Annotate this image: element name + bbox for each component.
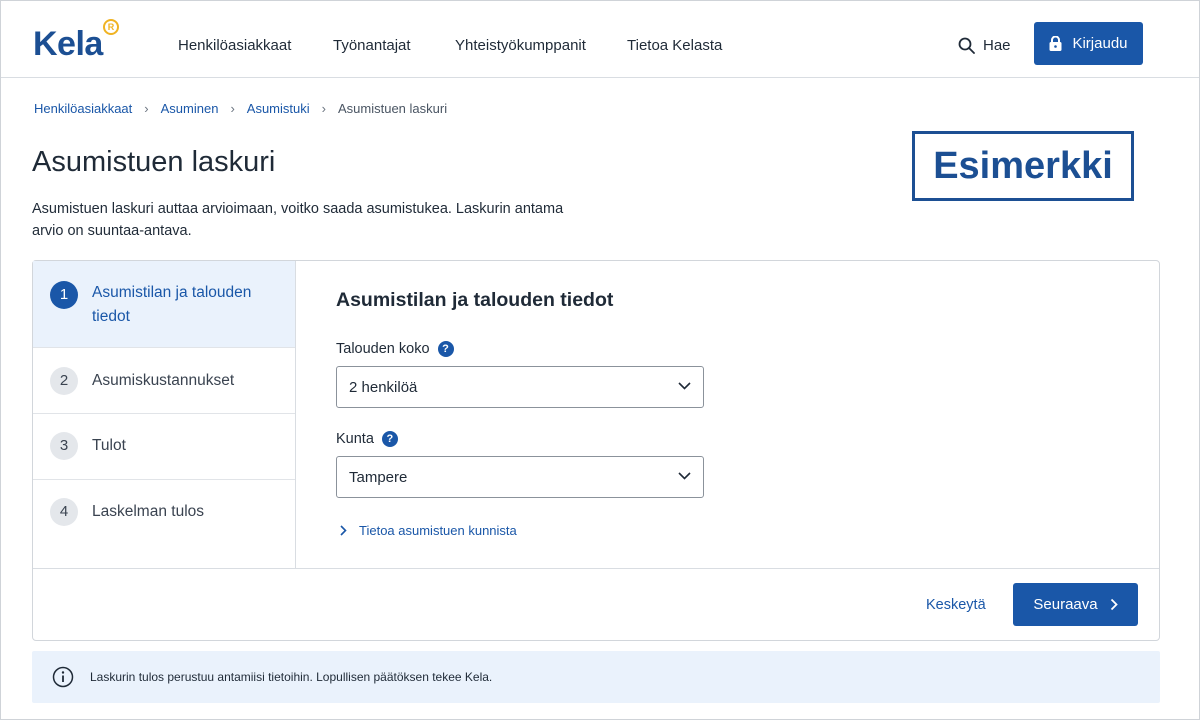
card-footer: Keskeytä Seuraava [33, 568, 1159, 640]
kela-logo[interactable]: Kela [33, 25, 103, 64]
chevron-right-icon: › [144, 101, 149, 116]
step-1[interactable]: 1 Asumistilan ja talouden tiedot [33, 261, 295, 348]
search-button[interactable]: Hae [958, 35, 1011, 55]
municipality-value: Tampere [349, 468, 408, 486]
chevron-right-icon: › [321, 101, 326, 116]
login-button[interactable]: Kirjaudu [1034, 22, 1143, 65]
example-stamp: Esimerkki [912, 131, 1134, 201]
search-icon [958, 37, 975, 54]
step-2[interactable]: 2 Asumiskustannukset [33, 348, 295, 414]
nav-item-tyonantajat[interactable]: Työnantajat [333, 37, 411, 54]
info-notice: Laskurin tulos perustuu antamiisi tietoi… [32, 651, 1160, 703]
step-number: 2 [50, 367, 78, 395]
step-3[interactable]: 3 Tulot [33, 414, 295, 480]
calculator-card: 1 Asumistilan ja talouden tiedot 2 Asumi… [32, 260, 1160, 641]
household-size-select[interactable]: 2 henkilöä [336, 366, 704, 408]
help-icon[interactable]: ? [381, 431, 398, 447]
info-icon [52, 666, 74, 688]
login-label: Kirjaudu [1072, 35, 1128, 52]
nav-item-henkiloasiakkaat[interactable]: Henkilöasiakkaat [178, 37, 291, 54]
municipality-label: Kunta ? [336, 431, 398, 447]
breadcrumb-link-asuminen[interactable]: Asuminen [161, 101, 219, 116]
page-title: Asumistuen laskuri [32, 146, 276, 178]
breadcrumb-link-asumistuki[interactable]: Asumistuki [247, 101, 310, 116]
help-icon[interactable]: ? [437, 341, 454, 357]
form-title: Asumistilan ja talouden tiedot [336, 289, 614, 311]
breadcrumb: Henkilöasiakkaat › Asuminen › Asumistuki… [34, 101, 447, 116]
lock-icon [1049, 36, 1062, 51]
municipality-info-link[interactable]: Tietoa asumistuen kunnista [340, 523, 517, 538]
chevron-down-icon [678, 472, 691, 480]
nav-item-tietoa-kelasta[interactable]: Tietoa Kelasta [627, 37, 722, 54]
household-size-label-text: Talouden koko [336, 341, 430, 357]
chevron-right-icon [1110, 598, 1118, 611]
step-label: Laskelman tulos [92, 503, 205, 520]
step-4[interactable]: 4 Laskelman tulos [33, 480, 295, 568]
municipality-select[interactable]: Tampere [336, 456, 704, 498]
intro-text: Asumistuen laskuri auttaa arvioimaan, vo… [32, 201, 564, 239]
next-button[interactable]: Seuraava [1013, 583, 1138, 626]
site-header: Kela R Henkilöasiakkaat Työnantajat Yhte… [1, 1, 1199, 78]
municipality-label-text: Kunta [336, 431, 374, 447]
breadcrumb-current: Asumistuen laskuri [337, 101, 448, 116]
household-size-label: Talouden koko ? [336, 341, 454, 357]
chevron-down-icon [678, 382, 691, 390]
step-label: Asumiskustannukset [92, 372, 235, 389]
step-list: 1 Asumistilan ja talouden tiedot 2 Asumi… [33, 261, 296, 568]
nav-item-yhteistyokumppanit[interactable]: Yhteistyökumppanit [455, 37, 586, 54]
breadcrumb-link-henkiloasiakkaat[interactable]: Henkilöasiakkaat [34, 101, 132, 116]
chevron-right-icon [340, 525, 347, 536]
step-number: 1 [50, 281, 78, 309]
step-number: 4 [50, 498, 78, 526]
cancel-button[interactable]: Keskeytä [926, 597, 986, 613]
household-size-value: 2 henkilöä [349, 378, 418, 396]
search-label: Hae [983, 36, 1011, 54]
step-label: Asumistilan ja talouden tiedot [92, 284, 252, 325]
notice-text: Laskurin tulos perustuu antamiisi tietoi… [90, 670, 493, 684]
info-link-label: Tietoa asumistuen kunnista [359, 523, 517, 538]
step-label: Tulot [92, 437, 126, 454]
chevron-right-icon: › [230, 101, 235, 116]
step-number: 3 [50, 432, 78, 460]
next-label: Seuraava [1033, 596, 1098, 613]
logo-badge-icon: R [103, 19, 119, 35]
